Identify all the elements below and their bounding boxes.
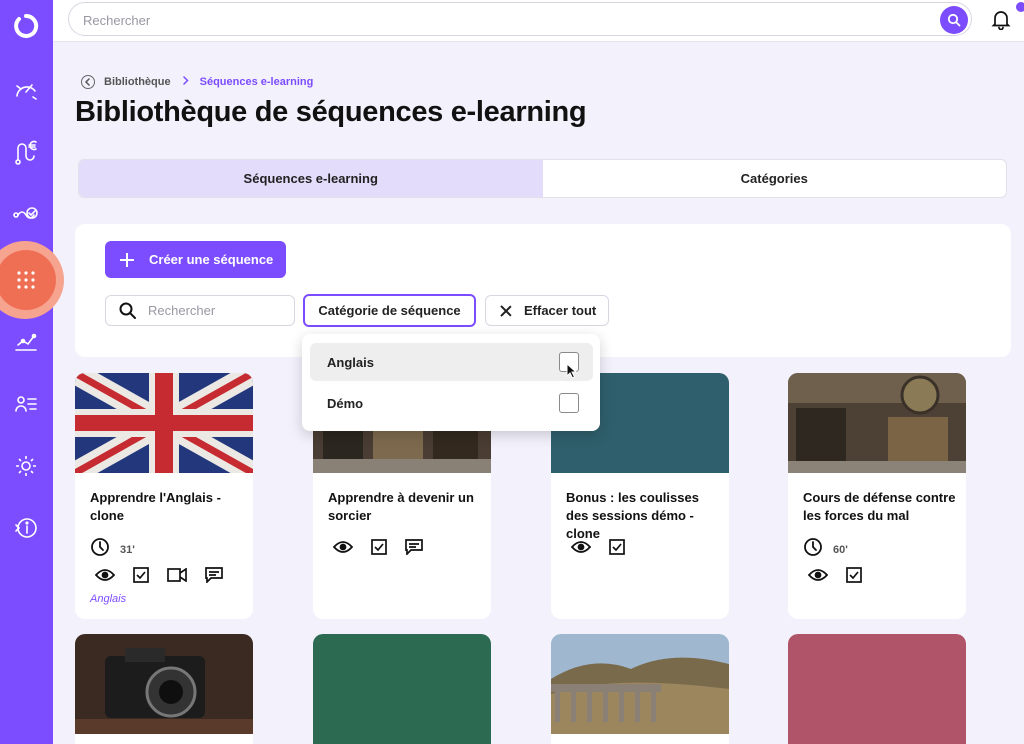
- create-sequence-button[interactable]: Créer une séquence: [105, 241, 286, 278]
- gear-icon[interactable]: [8, 448, 44, 484]
- chevron-right-icon: [182, 76, 189, 88]
- euro-route-icon[interactable]: [8, 134, 44, 170]
- card-title: Bonus : les coulisses des sessions démo …: [566, 490, 699, 541]
- checkbox-icon: [846, 567, 862, 583]
- checkbox-icon: [371, 539, 387, 555]
- card-feature-icons: [95, 567, 223, 583]
- duration: 60': [833, 543, 848, 556]
- clock-icon: [90, 537, 110, 562]
- duration: 31': [120, 543, 135, 556]
- video-icon: [167, 568, 187, 582]
- back-arrow-icon[interactable]: [81, 75, 95, 89]
- sidebar-item-library-active[interactable]: [0, 241, 64, 319]
- clear-all-button[interactable]: Effacer tout: [485, 295, 609, 326]
- plus-icon: [120, 252, 134, 267]
- sequence-card[interactable]: Cours de défense contre les forces du ma…: [788, 373, 966, 619]
- card-feature-icons: [808, 567, 862, 583]
- option-label: Démo: [327, 395, 364, 411]
- category-filter-button[interactable]: Catégorie de séquence: [303, 294, 476, 327]
- breadcrumb-current: Séquences e-learning: [199, 76, 314, 88]
- sidebar: [0, 0, 64, 744]
- eye-icon: [571, 540, 591, 554]
- checkbox-icon: [609, 539, 625, 555]
- global-search-input[interactable]: [83, 10, 903, 30]
- sequence-card[interactable]: Apprendre l'Anglais - clone 31' Anglais: [75, 373, 253, 619]
- card-title: Apprendre à devenir un sorcier: [328, 490, 474, 523]
- sequence-card[interactable]: [551, 634, 729, 744]
- category-dropdown: Anglais Démo: [302, 334, 600, 431]
- search-icon[interactable]: [940, 6, 968, 34]
- card-image-storefront: [788, 373, 966, 473]
- card-title: Apprendre l'Anglais - clone: [90, 490, 221, 523]
- notification-badge: [1016, 2, 1024, 12]
- option-checkbox[interactable]: [559, 393, 579, 413]
- info-circle-icon[interactable]: [8, 510, 44, 546]
- breadcrumb-parent-link[interactable]: Bibliothèque: [104, 76, 171, 88]
- duration-row: 60': [803, 537, 848, 562]
- sequence-card[interactable]: [75, 634, 253, 744]
- tab-categories[interactable]: Catégories: [543, 160, 1007, 197]
- comment-icon: [205, 567, 223, 583]
- eye-icon: [333, 540, 353, 554]
- tabs: Séquences e-learning Catégories: [78, 159, 1007, 198]
- tab-sequences[interactable]: Séquences e-learning: [79, 160, 543, 197]
- app-logo-icon[interactable]: [10, 10, 42, 42]
- card-image-uk-flag: [75, 373, 253, 483]
- eye-icon: [808, 568, 828, 582]
- sequence-card[interactable]: [788, 634, 966, 744]
- card-image-viaduct: [551, 634, 729, 734]
- speed-icon[interactable]: [8, 72, 44, 108]
- duration-row: 31': [90, 537, 135, 562]
- checkbox-icon: [133, 567, 149, 583]
- clear-all-label: Effacer tout: [524, 303, 597, 318]
- sequence-card[interactable]: [313, 634, 491, 744]
- sequence-search: [105, 295, 295, 326]
- card-feature-icons: [571, 539, 625, 555]
- close-icon: [500, 305, 512, 317]
- comment-icon: [405, 539, 423, 555]
- breadcrumb: Bibliothèque Séquences e-learning: [81, 75, 313, 89]
- search-icon: [118, 301, 138, 321]
- sequence-search-input[interactable]: [148, 303, 288, 318]
- card-image-camera: [75, 634, 253, 734]
- card-feature-icons: [333, 539, 423, 555]
- dropdown-option-demo[interactable]: Démo: [310, 384, 593, 422]
- dropdown-option-anglais[interactable]: Anglais: [310, 343, 593, 381]
- clock-icon: [803, 537, 823, 562]
- eye-icon: [95, 568, 115, 582]
- list-users-icon[interactable]: [8, 386, 44, 422]
- create-sequence-label: Créer une séquence: [149, 252, 274, 267]
- category-tag[interactable]: Anglais: [90, 593, 126, 605]
- card-title: Cours de défense contre les forces du ma…: [803, 490, 956, 523]
- grid-dots-icon: [0, 250, 56, 310]
- top-bar: [53, 0, 1024, 42]
- bell-icon[interactable]: [990, 8, 1014, 32]
- path-check-icon[interactable]: [8, 196, 44, 232]
- option-label: Anglais: [327, 354, 374, 370]
- page-title: Bibliothèque de séquences e-learning: [75, 96, 587, 128]
- chart-line-icon[interactable]: [8, 324, 44, 360]
- global-search: [68, 2, 972, 36]
- mouse-cursor-icon: [566, 362, 578, 384]
